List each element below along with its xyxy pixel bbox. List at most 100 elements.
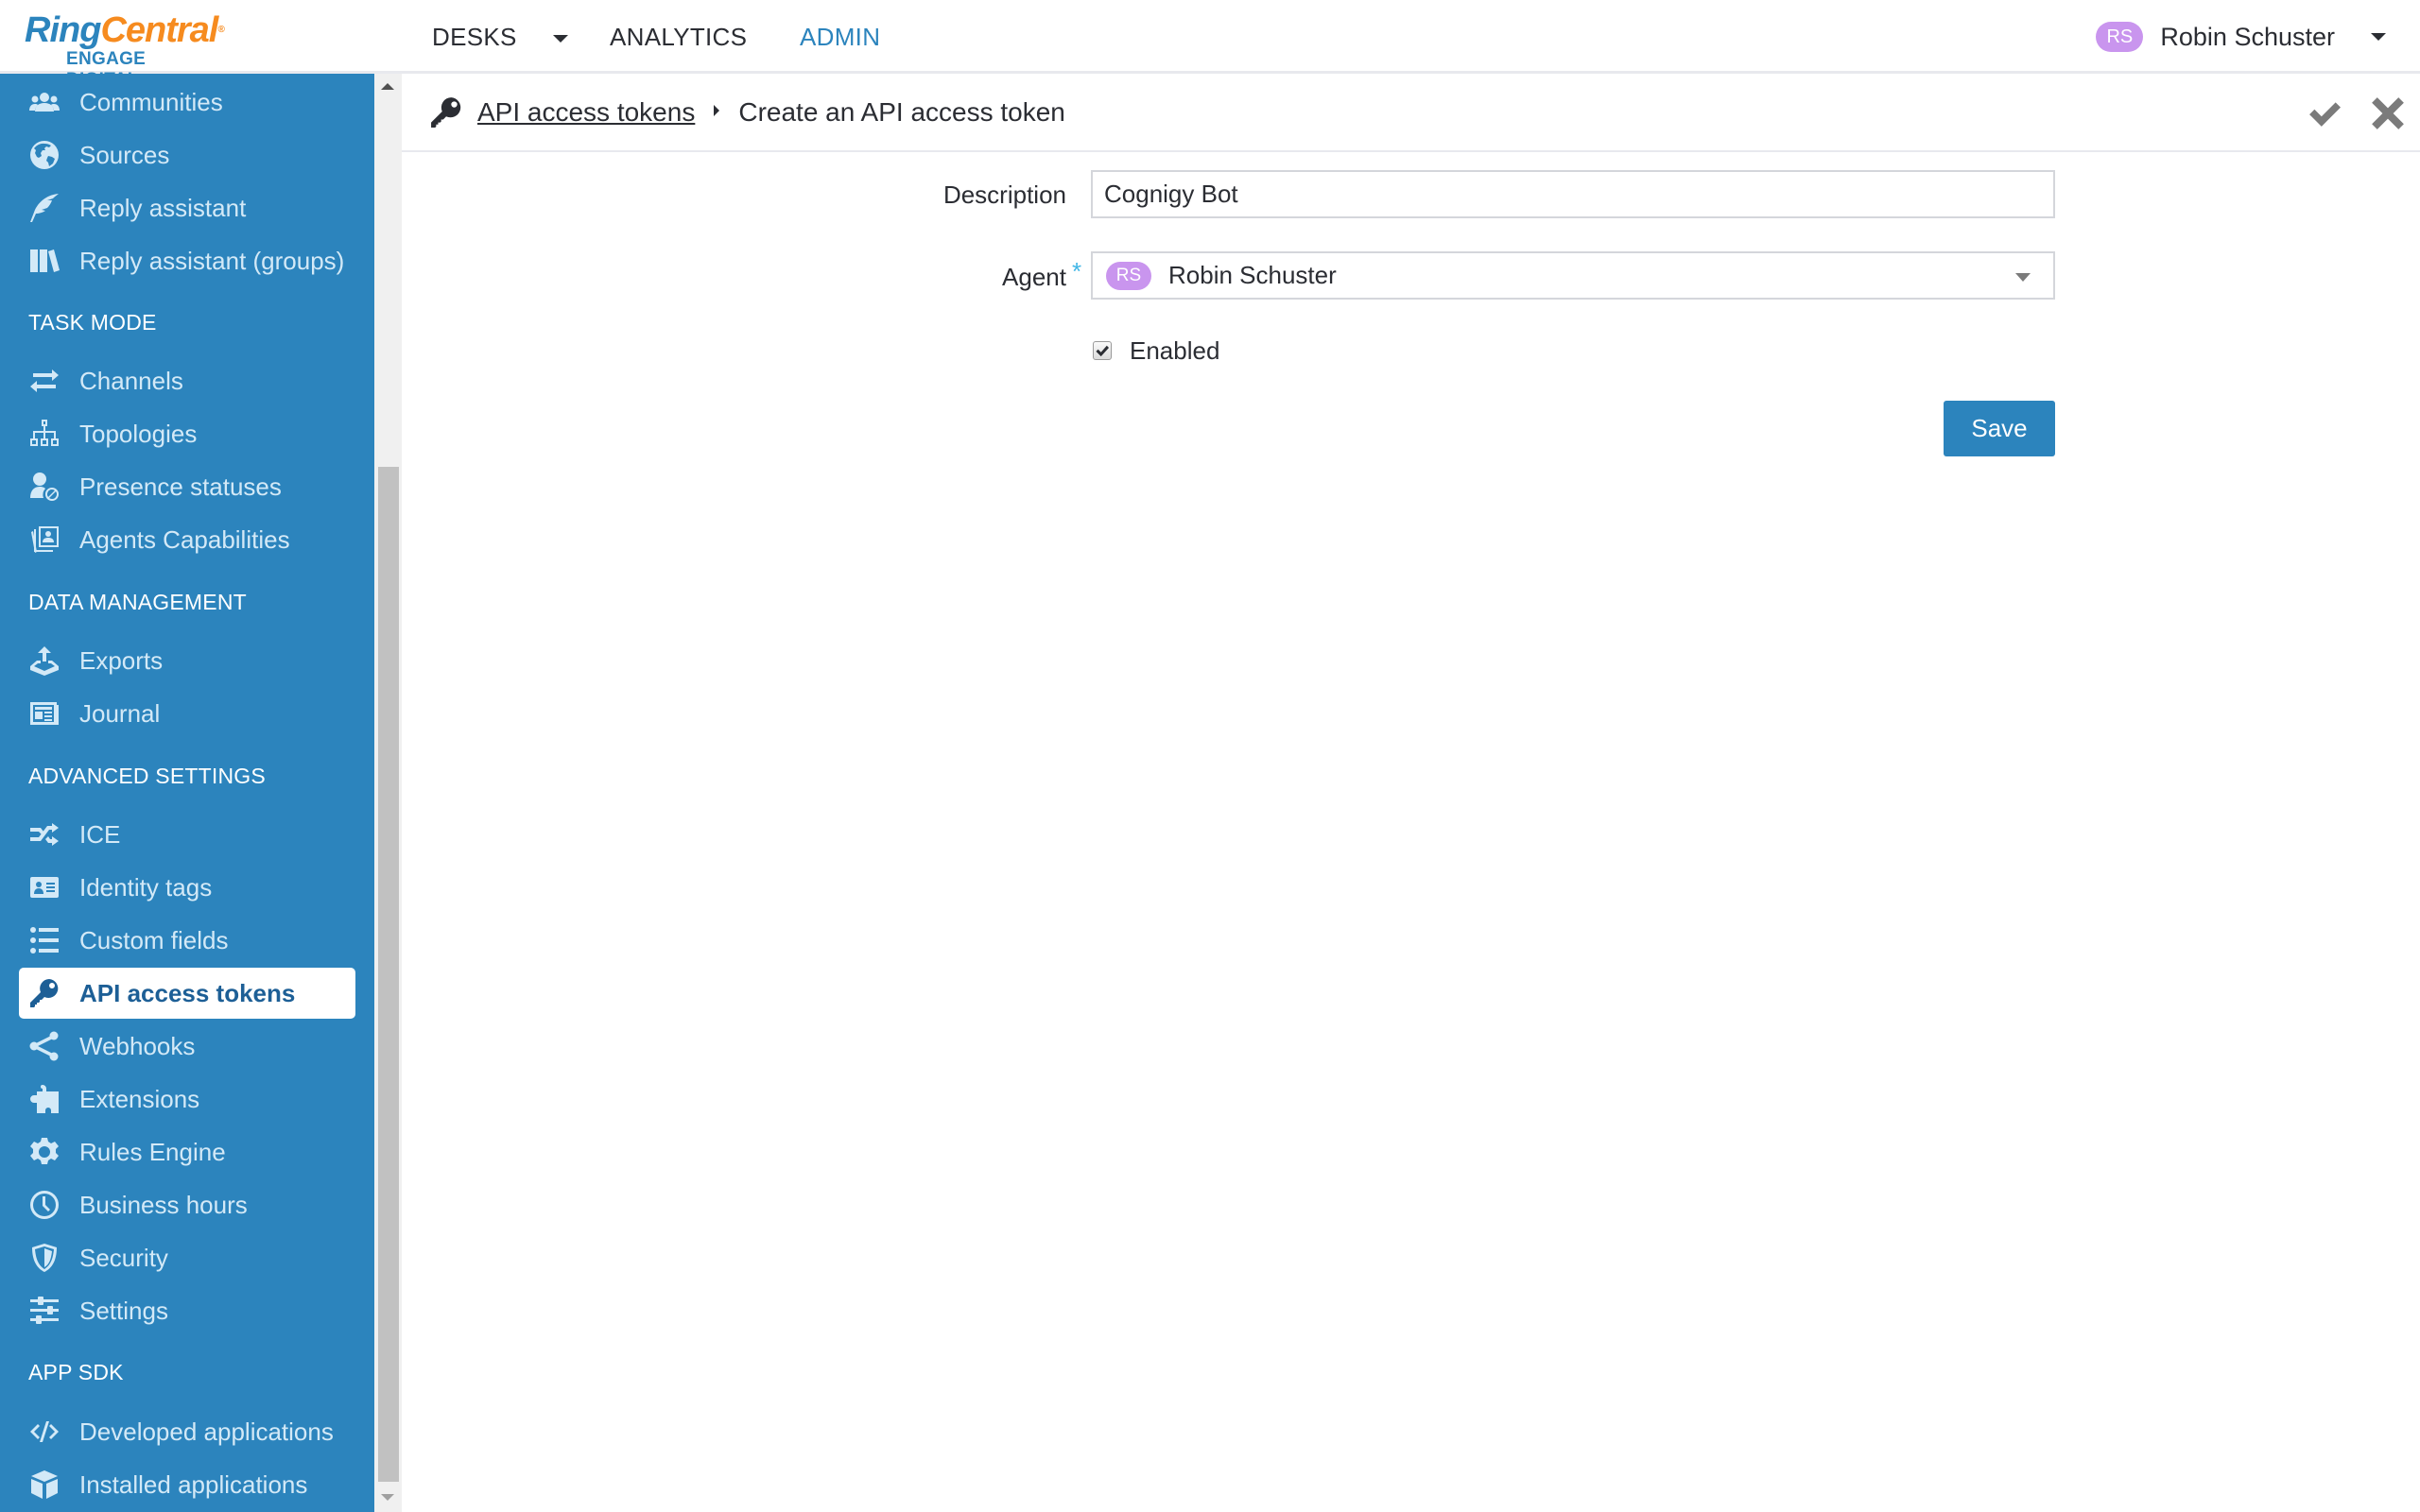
clock-icon	[28, 1189, 60, 1221]
agent-select[interactable]: RS Robin Schuster	[1091, 251, 2055, 300]
agent-label: Agent	[1002, 263, 1066, 291]
sidebar-item-label: Security	[79, 1243, 168, 1272]
sidebar-item-label: Custom fields	[79, 925, 229, 954]
sidebar-item-agents-capabilities[interactable]: Agents Capabilities	[19, 514, 355, 565]
shield-icon	[28, 1242, 60, 1274]
sidebar-item-exports[interactable]: Exports	[19, 635, 355, 686]
puzzle-icon	[28, 1083, 60, 1115]
sidebar-item-rules-engine[interactable]: Rules Engine	[19, 1126, 355, 1177]
breadcrumb-parent-link[interactable]: API access tokens	[477, 97, 695, 128]
sidebar-item-label: Developed applications	[79, 1417, 334, 1446]
sidebar-item-label: Extensions	[79, 1084, 200, 1113]
nav-analytics-label: ANALYTICS	[610, 22, 748, 51]
sidebar-item-label: Channels	[79, 366, 183, 395]
user-menu[interactable]: RS Robin Schuster	[2096, 0, 2420, 74]
sidebar-item-presence-statuses[interactable]: Presence statuses	[19, 461, 355, 512]
sidebar-item-custom-fields[interactable]: Custom fields	[19, 915, 355, 966]
top-bar: RingCentral® ENGAGE DIGITAL DESKS ANALYT…	[0, 0, 2420, 90]
sidebar-item-label: Agents Capabilities	[79, 524, 290, 554]
sidebar-item-label: Webhooks	[79, 1031, 196, 1060]
agent-avatar: RS	[1106, 261, 1151, 290]
page-title: Create an API access token	[738, 96, 1065, 127]
save-button[interactable]: Save	[1944, 401, 2055, 456]
sidebar-item-api-access-tokens[interactable]: API access tokens	[19, 968, 355, 1019]
sidebar: Communities Sources Reply assistant Repl…	[0, 74, 374, 1512]
list-icon	[28, 924, 60, 956]
enabled-label[interactable]: Enabled	[1130, 336, 1219, 366]
description-value: Cognigy Bot	[1104, 180, 1238, 208]
sidebar-item-business-hours[interactable]: Business hours	[19, 1179, 355, 1230]
scroll-down-arrow-icon[interactable]	[381, 1494, 394, 1501]
cube-icon	[28, 1469, 60, 1501]
scrollbar-thumb[interactable]	[378, 467, 399, 1482]
chevron-down-icon[interactable]	[2371, 33, 2386, 41]
avatar: RS	[2096, 22, 2144, 52]
sidebar-item-security[interactable]: Security	[19, 1232, 355, 1283]
sidebar-item-sources[interactable]: Sources	[19, 129, 355, 180]
sliders-icon	[28, 1295, 60, 1327]
id-cards-icon	[28, 524, 60, 556]
sidebar-item-label: Topologies	[79, 419, 198, 448]
ringcentral-logo[interactable]: RingCentral® ENGAGE DIGITAL	[25, 10, 225, 90]
id-card-icon	[28, 871, 60, 903]
sidebar-item-reply-assistant-groups[interactable]: Reply assistant (groups)	[19, 235, 355, 286]
sidebar-item-label: Identity tags	[79, 872, 213, 902]
check-icon	[2308, 97, 2341, 129]
logo-central: Central	[100, 10, 218, 50]
exchange-icon	[28, 365, 60, 397]
share-icon	[28, 1030, 60, 1062]
logo-ring: Ring	[25, 10, 101, 50]
sidebar-item-label: ICE	[79, 819, 121, 849]
nav-admin[interactable]: ADMIN	[800, 0, 880, 74]
sidebar-item-settings[interactable]: Settings	[19, 1285, 355, 1336]
sidebar-item-extensions[interactable]: Extensions	[19, 1074, 355, 1125]
sidebar-item-identity-tags[interactable]: Identity tags	[19, 862, 355, 913]
section-header-app-sdk: APP SDK	[28, 1360, 124, 1384]
sidebar-item-label: Journal	[79, 698, 161, 728]
description-label: Description	[942, 180, 1066, 209]
confirm-button[interactable]	[2308, 97, 2341, 129]
sidebar-item-topologies[interactable]: Topologies	[19, 408, 355, 459]
user-name: Robin Schuster	[2160, 22, 2335, 51]
key-icon	[430, 96, 462, 129]
nav-analytics[interactable]: ANALYTICS	[610, 0, 747, 74]
feather-icon	[28, 192, 60, 224]
code-icon	[28, 1416, 60, 1448]
close-button[interactable]	[2371, 96, 2405, 130]
sidebar-item-label: Exports	[79, 645, 164, 675]
chevron-down-icon[interactable]	[2015, 273, 2031, 282]
sidebar-item-webhooks[interactable]: Webhooks	[19, 1021, 355, 1072]
books-icon	[28, 245, 60, 277]
sidebar-item-installed-applications[interactable]: Installed applications	[19, 1459, 355, 1510]
section-header-task-mode: TASK MODE	[28, 310, 157, 335]
breadcrumb: API access tokens Create an API access t…	[402, 74, 2420, 152]
logo-registered: ®	[217, 25, 224, 35]
breadcrumb-actions	[2308, 74, 2420, 152]
agent-value: Robin Schuster	[1168, 261, 1337, 289]
sidebar-item-label: Communities	[79, 87, 223, 116]
sidebar-item-developed-applications[interactable]: Developed applications	[19, 1406, 355, 1457]
checkmark-icon	[1096, 344, 1109, 357]
shuffle-icon	[28, 818, 60, 850]
nav-desks[interactable]: DESKS	[432, 0, 568, 74]
scroll-up-arrow-icon[interactable]	[381, 83, 394, 90]
sidebar-item-reply-assistant[interactable]: Reply assistant	[19, 182, 355, 233]
sidebar-item-label: API access tokens	[79, 978, 296, 1007]
section-header-advanced-settings: ADVANCED SETTINGS	[28, 764, 266, 788]
breadcrumb-separator-icon	[714, 104, 720, 116]
sidebar-item-channels[interactable]: Channels	[19, 355, 355, 406]
sidebar-item-journal[interactable]: Journal	[19, 688, 355, 739]
sidebar-item-ice[interactable]: ICE	[19, 809, 355, 860]
description-input[interactable]: Cognigy Bot	[1091, 170, 2055, 218]
sidebar-item-label: Business hours	[79, 1190, 248, 1219]
sidebar-item-label: Installed applications	[79, 1469, 308, 1499]
sidebar-item-label: Rules Engine	[79, 1137, 226, 1166]
sidebar-scrollbar[interactable]	[374, 74, 402, 1512]
close-icon	[2371, 96, 2405, 130]
chevron-down-icon[interactable]	[552, 35, 568, 43]
nav-desks-label: DESKS	[432, 22, 517, 51]
enabled-checkbox[interactable]	[1093, 341, 1112, 360]
export-tray-icon	[28, 644, 60, 677]
sitemap-icon	[28, 418, 60, 450]
sidebar-item-communities[interactable]: Communities	[19, 77, 355, 128]
